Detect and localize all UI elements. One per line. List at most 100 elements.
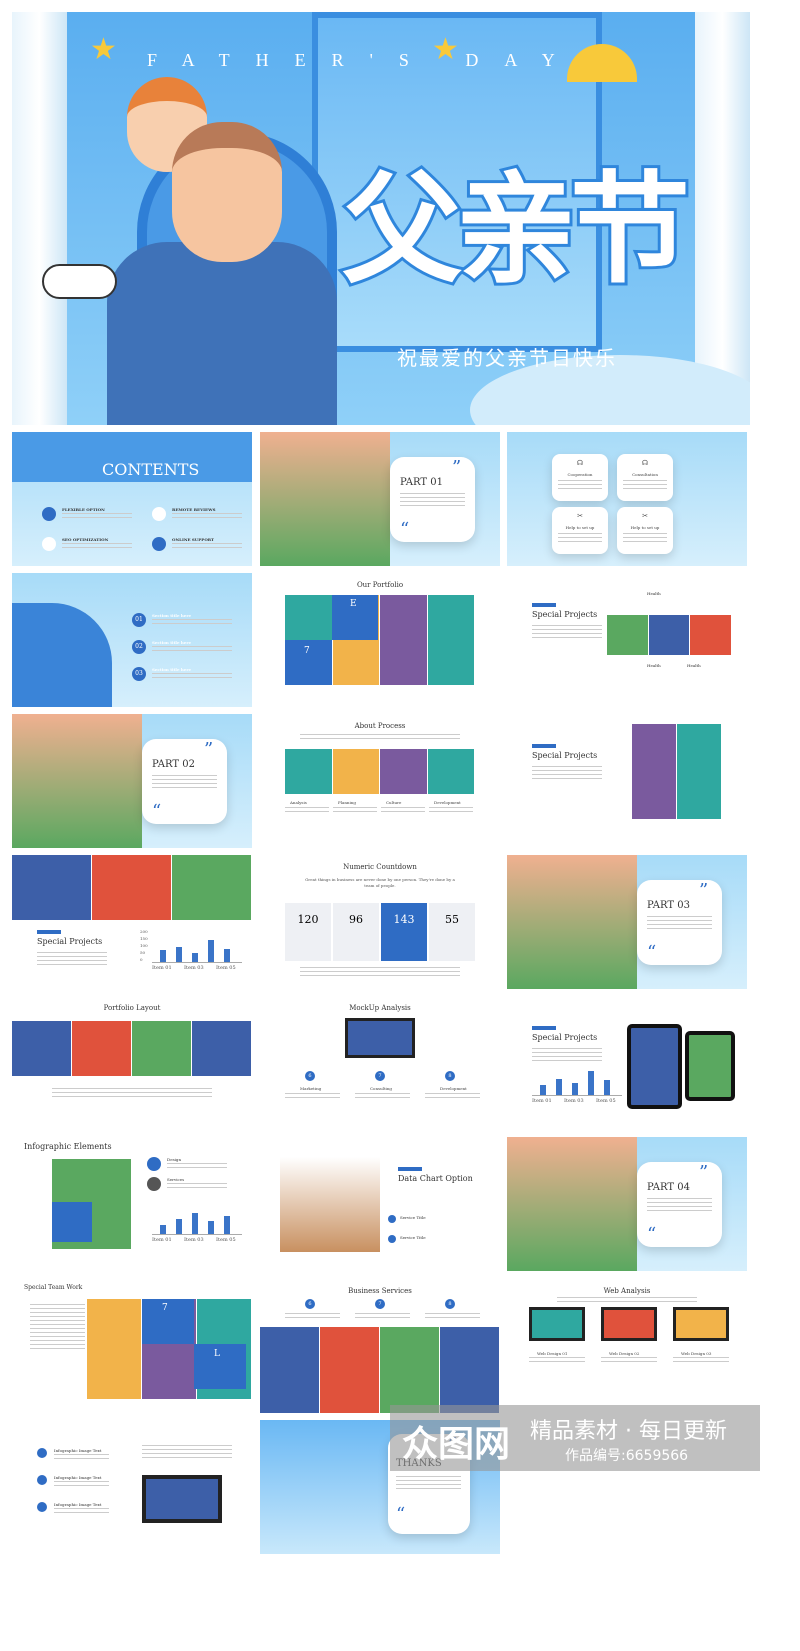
item-icon bbox=[152, 537, 166, 551]
slide-thumbnail-chart[interactable]: Special Projects Item 01 Item 03 Item 05 200… bbox=[12, 855, 252, 989]
quote-icon: ” bbox=[452, 457, 462, 478]
body-text-line bbox=[355, 1093, 410, 1094]
title-chinese: 父亲节 bbox=[339, 158, 693, 303]
item-icon bbox=[42, 507, 56, 521]
chart-bar bbox=[176, 947, 182, 962]
body-text-line bbox=[647, 920, 712, 921]
quote-icon: “ bbox=[400, 519, 410, 540]
body-text-line bbox=[172, 513, 242, 514]
stat-box: 96 bbox=[333, 903, 379, 961]
item-icon bbox=[37, 1502, 47, 1512]
illustration-image bbox=[285, 749, 332, 794]
body-text-line bbox=[623, 541, 667, 542]
slide-thumbnail-part[interactable]: PART 01 ” “ bbox=[260, 432, 500, 566]
chart-bar bbox=[588, 1071, 594, 1095]
body-text-line bbox=[37, 956, 107, 957]
slide-thumbnail-tablet[interactable]: Special Projects Item 01 Item 03 Item 05 bbox=[507, 996, 747, 1130]
body-text-line bbox=[285, 1093, 340, 1094]
body-text-line bbox=[167, 1163, 227, 1164]
watermark-logo: 众图网 bbox=[402, 1424, 511, 1465]
slide-thumbnail-portfolio[interactable]: Our Portfolio E 7 bbox=[260, 573, 500, 707]
body-text-line bbox=[532, 1052, 602, 1053]
slide-title: About Process bbox=[354, 722, 406, 730]
item-icon bbox=[388, 1235, 396, 1243]
slide-thumbnail-part[interactable]: PART 04 ” “ bbox=[507, 1137, 747, 1271]
illustration-image bbox=[260, 1327, 319, 1413]
item-icon bbox=[37, 1448, 47, 1458]
body-text-line bbox=[673, 1357, 729, 1358]
body-text-line bbox=[647, 1206, 712, 1207]
illustration-image bbox=[172, 855, 251, 920]
body-text-line bbox=[54, 1485, 109, 1486]
item-icon bbox=[42, 537, 56, 551]
cover-slide[interactable]: ★ ★ FATHER'S DAY 父亲节 祝最爱的父亲节日快乐 bbox=[12, 12, 750, 425]
bar-chart bbox=[152, 1205, 242, 1235]
body-text-line bbox=[673, 1361, 729, 1362]
body-text-line bbox=[285, 1317, 340, 1318]
y-tick: 150 bbox=[140, 936, 148, 941]
pillar bbox=[12, 12, 67, 425]
slide-thumbnail-special2[interactable]: Special Projects bbox=[507, 714, 747, 848]
service-card: ☊ Consultation bbox=[617, 454, 673, 501]
body-text-line bbox=[172, 517, 242, 518]
body-text-line bbox=[396, 1476, 461, 1477]
slide-thumbnail-web[interactable]: Web Analysis Web Design 01 Web Design 02 We… bbox=[507, 1279, 747, 1413]
title-english: FATHER'S DAY bbox=[147, 50, 581, 70]
reading-illustration bbox=[280, 1157, 380, 1252]
stat-value: 120 bbox=[297, 913, 319, 926]
item-icon bbox=[152, 507, 166, 521]
slide-thumbnail-contents[interactable]: CONTENTS FLEXIBLE OPTION REMOTE REVIEWS SEO… bbox=[12, 432, 252, 566]
slide-thumbnail-team[interactable]: Special Team Work 7 L bbox=[12, 1279, 252, 1413]
body-text-line bbox=[30, 1320, 85, 1321]
body-text-line bbox=[30, 1308, 85, 1309]
axis-label: Item 01 bbox=[152, 1237, 172, 1243]
axis-label: Item 03 bbox=[184, 965, 204, 971]
slide-thumbnail-sections[interactable]: 01 Section title here 02 Section title here… bbox=[12, 573, 252, 707]
slide-thumbnail-business[interactable]: Business Services 6 7 8 bbox=[260, 1279, 500, 1413]
illustration-image bbox=[380, 749, 427, 794]
illustration-image bbox=[12, 855, 91, 920]
body-text-line bbox=[152, 619, 232, 620]
slide-thumbnail-list[interactable]: Infographic Image Text Infographic Image … bbox=[12, 1420, 252, 1554]
body-text-line bbox=[532, 633, 602, 634]
slide-thumbnail-mockup[interactable]: MockUp Analysis 6 Marketing 7 Consulting 8 Dev… bbox=[260, 996, 500, 1130]
watermark-slogan: 精品素材 · 每日更新 bbox=[530, 1419, 727, 1444]
step-title: Development bbox=[434, 800, 461, 805]
y-tick: 200 bbox=[140, 929, 148, 934]
slide-thumbnail-special[interactable]: Special Projects Health Health Health bbox=[507, 573, 747, 707]
y-tick: 100 bbox=[140, 943, 148, 948]
body-text-line bbox=[429, 811, 473, 812]
slide-thumbnail-datachart[interactable]: Data Chart Option Service Title Service Ti… bbox=[260, 1137, 500, 1271]
axis-label: Item 05 bbox=[596, 1098, 616, 1104]
body-text-line bbox=[425, 1313, 480, 1314]
body-text-line bbox=[647, 1210, 712, 1211]
slide-thumbnail-process[interactable]: About Process Analysis Planning Culture Deve… bbox=[260, 714, 500, 848]
slide-thumbnail-part[interactable]: PART 03 ” “ bbox=[507, 855, 747, 989]
slide-thumbnail-infographic[interactable]: Infographic Elements Design Services Item 0… bbox=[12, 1137, 252, 1271]
item-title: Service Title bbox=[400, 1235, 426, 1240]
body-text-line bbox=[558, 484, 602, 485]
body-text-line bbox=[300, 738, 460, 739]
slide-thumbnail-layout[interactable]: Portfolio Layout bbox=[12, 996, 252, 1130]
part-title: PART 04 bbox=[647, 1182, 690, 1193]
label: Health bbox=[687, 663, 701, 668]
tag-label bbox=[532, 744, 556, 748]
body-text-line bbox=[285, 811, 329, 812]
slide-title: Special Projects bbox=[532, 1033, 598, 1042]
slide-thumbnail-part[interactable]: PART 02 ” “ bbox=[12, 714, 252, 848]
slide-title: Portfolio Layout bbox=[103, 1004, 161, 1012]
slide-thumbnail-numeric[interactable]: Numeric Countdown Great things in busines… bbox=[260, 855, 500, 989]
tag-label bbox=[37, 930, 61, 934]
body-text-line bbox=[532, 774, 602, 775]
subtitle: 祝最爱的父亲节日快乐 bbox=[397, 346, 617, 370]
y-tick: 50 bbox=[140, 950, 146, 955]
body-text-line bbox=[54, 1508, 109, 1509]
slide-thumbnail-cards[interactable]: ☊ Cooperation ☊ Consultation ✂ Help to set up… bbox=[507, 432, 747, 566]
quote-icon: ” bbox=[204, 739, 214, 760]
step-number: 7 bbox=[375, 1071, 385, 1081]
tools-icon: ✂ bbox=[642, 512, 648, 520]
card-title: Cooperation bbox=[567, 472, 593, 477]
chart-bar bbox=[208, 939, 214, 962]
chart-bar bbox=[224, 1216, 230, 1234]
body-text-line bbox=[30, 1312, 85, 1313]
